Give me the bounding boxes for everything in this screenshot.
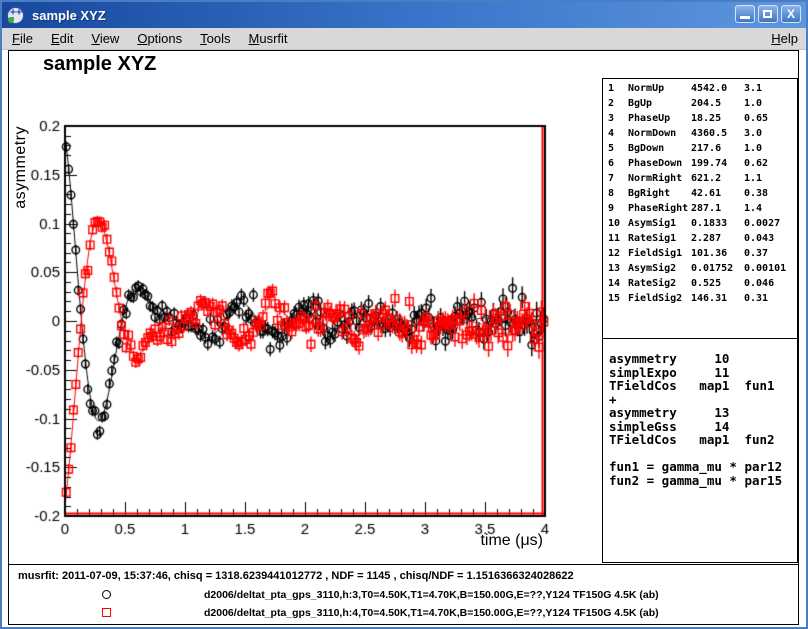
theory-line: asymmetry 13 <box>609 406 782 420</box>
menu-musrfit[interactable]: Musrfit <box>240 29 297 48</box>
run-info-box: musrfit: 2011-07-09, 15:37:46, chisq = 1… <box>8 564 799 625</box>
asymmetry-plot[interactable] <box>9 51 599 563</box>
menu-help[interactable]: Help <box>762 29 806 48</box>
app-window: sample XYZ X File Edit View Options Tool… <box>0 0 808 629</box>
plot-title: sample XYZ <box>43 53 156 76</box>
maximize-icon <box>763 10 772 18</box>
parameter-row: 15FieldSig2146.310.31 <box>603 293 797 308</box>
menu-tools[interactable]: Tools <box>191 29 239 48</box>
parameter-row: 14RateSig20.5250.046 <box>603 278 797 293</box>
parameter-row: 9PhaseRight287.11.4 <box>603 203 797 218</box>
parameter-row: 8BgRight42.610.38 <box>603 188 797 203</box>
theory-block: asymmetry 10simplExpo 11TFieldCos map1 f… <box>609 352 782 487</box>
title-bar[interactable]: sample XYZ X <box>2 2 806 28</box>
stat-box-divider <box>603 338 797 339</box>
menu-edit[interactable]: Edit <box>42 29 82 48</box>
y-axis-title: asymmetry <box>12 126 30 209</box>
root-canvas: sample XYZ asymmetry time (μs) 1NormUp45… <box>2 50 806 627</box>
fit-parameter-box: 1NormUp4542.03.12BgUp204.51.03PhaseUp18.… <box>602 78 798 563</box>
menu-file[interactable]: File <box>2 29 42 48</box>
theory-line: simpleGss 14 <box>609 420 782 434</box>
menu-view[interactable]: View <box>82 29 128 48</box>
legend-row: d2006/deltat_pta_gps_3110,h:3,T0=4.50K,T… <box>9 589 798 601</box>
close-button[interactable]: X <box>781 5 801 23</box>
close-icon: X <box>782 7 800 21</box>
minimize-button[interactable] <box>735 5 755 23</box>
series2-square-marker-icon <box>102 608 111 617</box>
theory-line: TFieldCos map1 fun2 <box>609 433 782 447</box>
theory-line: TFieldCos map1 fun1 <box>609 379 782 393</box>
maximize-button[interactable] <box>758 5 778 23</box>
fit-status-line: musrfit: 2011-07-09, 15:37:46, chisq = 1… <box>18 570 574 582</box>
parameter-row: 6PhaseDown199.740.62 <box>603 158 797 173</box>
legend-row: d2006/deltat_pta_gps_3110,h:4,T0=4.50K,T… <box>9 607 798 619</box>
theory-line: asymmetry 10 <box>609 352 782 366</box>
theory-line <box>609 447 782 461</box>
window-title: sample XYZ <box>32 8 106 23</box>
theory-line: fun1 = gamma_mu * par12 <box>609 460 782 474</box>
parameter-row: 7NormRight621.21.1 <box>603 173 797 188</box>
menu-options[interactable]: Options <box>128 29 191 48</box>
root-logo-icon[interactable] <box>7 7 24 24</box>
series1-circle-marker-icon <box>102 590 111 599</box>
minimize-icon <box>740 16 750 19</box>
parameter-row: 5BgDown217.61.0 <box>603 143 797 158</box>
parameter-row: 10AsymSig10.18330.0027 <box>603 218 797 233</box>
parameter-row: 2BgUp204.51.0 <box>603 98 797 113</box>
parameter-row: 1NormUp4542.03.1 <box>603 83 797 98</box>
menu-bar: File Edit View Options Tools Musrfit Hel… <box>2 28 806 50</box>
theory-line: fun2 = gamma_mu * par15 <box>609 474 782 488</box>
parameter-row: 12FieldSig1101.360.37 <box>603 248 797 263</box>
parameter-row: 11RateSig12.2870.043 <box>603 233 797 248</box>
theory-line: + <box>609 393 782 407</box>
x-axis-title: time (μs) <box>403 532 543 550</box>
parameter-row: 4NormDown4360.53.0 <box>603 128 797 143</box>
legend-label-2: d2006/deltat_pta_gps_3110,h:4,T0=4.50K,T… <box>204 607 659 619</box>
legend-label-1: d2006/deltat_pta_gps_3110,h:3,T0=4.50K,T… <box>204 589 659 601</box>
parameter-row: 13AsymSig20.017520.00101 <box>603 263 797 278</box>
theory-line: simplExpo 11 <box>609 366 782 380</box>
parameter-row: 3PhaseUp18.250.65 <box>603 113 797 128</box>
